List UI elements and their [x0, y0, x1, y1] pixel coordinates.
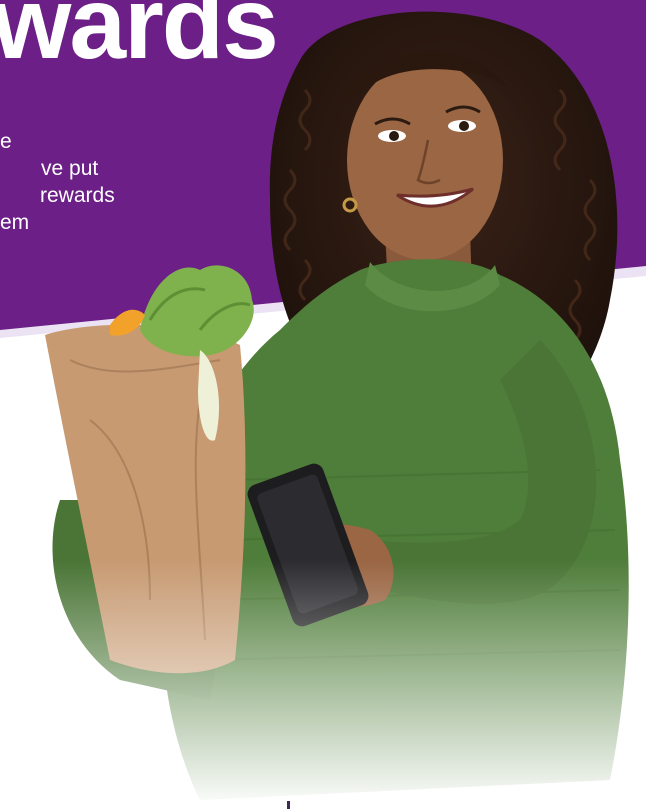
- divider-tick: [287, 801, 290, 809]
- hero-photo: [0, 11, 646, 809]
- face: [347, 60, 503, 260]
